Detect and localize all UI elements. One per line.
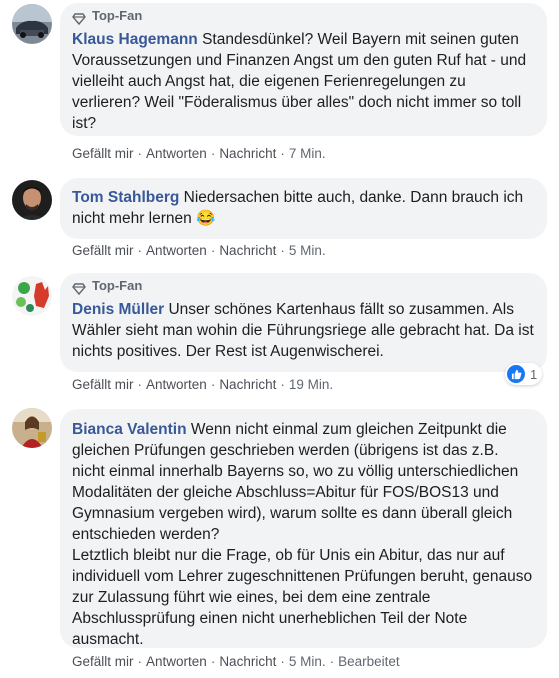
comment-actions: Gefällt mir · Antworten · Nachricht · 5 Min. <box>72 243 326 258</box>
comment-actions: Gefällt mir · Antworten · Nachricht · 7 Min. <box>72 146 326 161</box>
comment-author[interactable]: Klaus Hagemann <box>72 31 198 48</box>
like-link[interactable]: Gefällt mir <box>72 243 134 258</box>
like-link[interactable]: Gefällt mir <box>72 146 134 161</box>
diamond-icon <box>72 279 86 296</box>
timestamp[interactable]: 5 Min. <box>289 243 326 258</box>
comment-text: Denis Müller Unser schönes Kartenhaus fä… <box>72 301 539 360</box>
comment-bubble: Top-Fan Klaus Hagemann Standesdünkel? We… <box>60 3 547 136</box>
reply-link[interactable]: Antworten <box>146 654 207 669</box>
like-link[interactable]: Gefällt mir <box>72 654 134 669</box>
reply-link[interactable]: Antworten <box>146 243 207 258</box>
message-link[interactable]: Nachricht <box>219 146 276 161</box>
comment-bubble: Tom Stahlberg Niedersachen bitte auch, d… <box>60 178 547 239</box>
timestamp[interactable]: 5 Min. <box>289 654 326 669</box>
comment-bubble: Top-Fan Denis Müller Unser schönes Karte… <box>60 273 547 372</box>
reaction-count-badge[interactable]: 1 <box>505 363 543 385</box>
message-link[interactable]: Nachricht <box>219 377 276 392</box>
laughing-emoji-icon: 😂 <box>196 210 216 227</box>
message-link[interactable]: Nachricht <box>219 654 276 669</box>
avatar[interactable] <box>12 180 52 220</box>
comment-author[interactable]: Bianca Valentin <box>72 421 187 438</box>
timestamp[interactable]: 19 Min. <box>289 377 333 392</box>
comment-author[interactable]: Denis Müller <box>72 301 164 318</box>
avatar[interactable] <box>12 408 52 448</box>
comment-actions: Gefällt mir · Antworten · Nachricht · 19 Min. <box>72 377 334 392</box>
avatar[interactable] <box>12 276 52 316</box>
comment-author[interactable]: Tom Stahlberg <box>72 189 179 206</box>
comment-bubble: Bianca Valentin Wenn nicht einmal zum gl… <box>60 409 547 648</box>
timestamp[interactable]: 7 Min. <box>289 146 326 161</box>
comment-text: Bianca Valentin Wenn nicht einmal zum gl… <box>72 421 533 648</box>
top-fan-badge: Top-Fan <box>72 3 535 29</box>
reply-link[interactable]: Antworten <box>146 146 207 161</box>
like-reaction-icon <box>507 365 525 383</box>
comment-text: Tom Stahlberg Niedersachen bitte auch, d… <box>72 189 528 227</box>
message-link[interactable]: Nachricht <box>219 243 276 258</box>
reply-link[interactable]: Antworten <box>146 377 207 392</box>
comment-text: Klaus Hagemann Standesdünkel? Weil Bayer… <box>72 31 531 132</box>
diamond-icon <box>72 9 86 26</box>
like-link[interactable]: Gefällt mir <box>72 377 134 392</box>
comment-actions: Gefällt mir · Antworten · Nachricht · 5 Min. · B… <box>72 654 400 669</box>
edited-label: Bearbeitet <box>338 654 400 669</box>
top-fan-badge: Top-Fan <box>72 273 535 299</box>
avatar[interactable] <box>12 4 52 44</box>
